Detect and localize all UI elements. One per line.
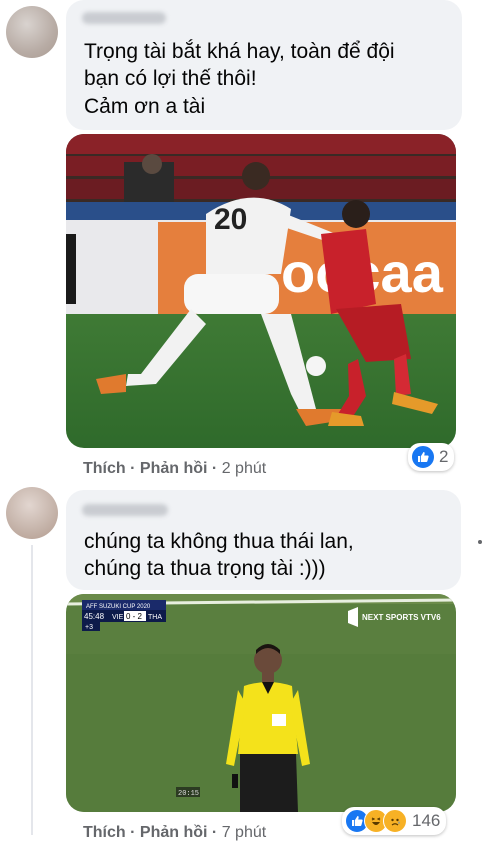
match-clock: 45:48 <box>84 612 105 621</box>
comment-bubble: Trọng tài bắt khá hay, toàn để đội bạn c… <box>66 0 462 130</box>
timestamp-link[interactable]: 2 phút <box>222 460 266 477</box>
reaction-count: 2 <box>439 447 449 466</box>
video-timecode: 20:15 <box>178 790 199 798</box>
football-match-photo: oocaa 20 <box>66 134 456 448</box>
like-icon <box>411 445 435 469</box>
comment-text-line: Cảm ơn a tài <box>84 95 206 118</box>
comment-bubble: chúng ta không thua thái lan, chúng ta t… <box>66 490 461 590</box>
referee-photo: AFF SUZUKI CUP 2020 45:48 VIE 0 - 2 THA … <box>66 594 456 812</box>
comment-text-line: chúng ta không thua thái lan, <box>84 530 354 553</box>
broadcaster-name: NEXT SPORTS VTV6 <box>362 613 441 622</box>
comment-photo[interactable]: AFF SUZUKI CUP 2020 45:48 VIE 0 - 2 THA … <box>66 594 456 812</box>
sad-icon <box>383 809 407 833</box>
comment-actions: Thích · Phản hồi · 7 phút <box>83 824 266 842</box>
away-team: THA <box>148 614 162 621</box>
commenter-avatar[interactable] <box>6 6 58 58</box>
separator-dot: · <box>211 460 222 477</box>
reaction-summary[interactable]: 2 <box>408 443 455 471</box>
added-time: +3 <box>85 624 93 631</box>
comment-text-line: chúng ta thua trọng tài :))) <box>84 557 326 580</box>
reply-link[interactable]: Phản hồi <box>140 824 208 841</box>
like-link[interactable]: Thích <box>83 460 126 477</box>
home-team: VIE <box>112 614 124 621</box>
reaction-summary[interactable]: 146 <box>342 807 447 835</box>
reaction-count: 146 <box>412 811 441 830</box>
timestamp-link[interactable]: 7 phút <box>222 824 266 841</box>
commenter-avatar[interactable] <box>6 487 58 539</box>
comment-text-line: bạn có lợi thế thôi! <box>84 67 257 90</box>
score: 0 - 2 <box>126 612 143 621</box>
separator-dot: · <box>211 824 222 841</box>
referee-badge <box>272 714 286 726</box>
commenter-name-blurred[interactable] <box>82 504 168 516</box>
separator-dot: · <box>130 460 140 477</box>
tournament-name: AFF SUZUKI CUP 2020 <box>86 604 151 610</box>
comment-actions: Thích · Phản hồi · 2 phút <box>83 460 266 478</box>
options-dot[interactable] <box>478 540 482 544</box>
comment-photo[interactable]: oocaa 20 <box>66 134 456 448</box>
like-link[interactable]: Thích <box>83 824 126 841</box>
thread-line <box>31 545 33 835</box>
reply-link[interactable]: Phản hồi <box>140 460 208 477</box>
commenter-name-blurred[interactable] <box>82 12 166 24</box>
player-number: 20 <box>214 203 247 236</box>
separator-dot: · <box>130 824 140 841</box>
comment-text-line: Trọng tài bắt khá hay, toàn để đội <box>84 40 395 63</box>
